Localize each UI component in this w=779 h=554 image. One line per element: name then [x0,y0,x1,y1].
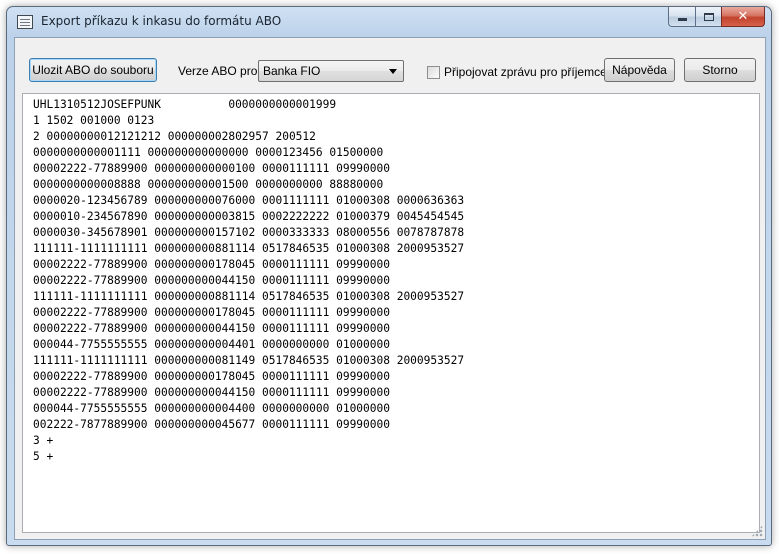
output-line: 111111-1111111111 000000000881114 051784… [33,290,465,303]
output-line: 00002222-77889900 000000000178045 000011… [33,306,390,319]
output-line: 2 00000000012121212 000000002802957 2005… [33,130,316,143]
output-line: 0000020-123456789 000000000076000 000111… [33,194,465,207]
bank-select[interactable]: Banka FIO [258,60,404,82]
close-button[interactable]: ✕ [721,7,765,27]
maximize-button[interactable] [695,7,721,27]
window-title: Export příkazu k inkasu do formátu ABO [41,14,282,28]
output-line: 111111-1111111111 000000000081149 051784… [33,354,465,367]
output-line: 00002222-77889900 000000000044150 000011… [33,386,390,399]
caption-buttons: ✕ [668,7,765,27]
minimize-icon [677,18,687,21]
abo-output-text: UHL1310512JOSEFPUNK 0000000000001999 1 15… [33,97,464,465]
output-line: 111111-1111111111 000000000881114 051784… [33,242,465,255]
toolbar: Ulozit ABO do souboru Verze ABO pro Bank… [15,38,765,88]
maximize-icon [703,12,714,21]
output-line: 002222-7877889900 000000000045677 000011… [33,418,390,431]
output-line: 0000000000001111 000000000000000 0000123… [33,146,384,159]
export-window: Export příkazu k inkasu do formátu ABO ✕… [6,6,772,546]
chevron-down-icon [389,69,397,74]
output-line: 0000000000008888 000000000001500 0000000… [33,178,384,191]
close-icon: ✕ [737,9,749,24]
attach-message-label[interactable]: Připojovat zprávu pro příjemce [444,65,607,79]
minimize-button[interactable] [668,7,695,27]
output-line: 000044-7755555555 000000000004401 000000… [33,338,390,351]
output-line: 00002222-77889900 000000000000100 000011… [33,162,390,175]
output-line: 5 + [33,450,54,463]
bank-select-value: Banka FIO [263,64,321,78]
attach-message-checkbox[interactable] [427,66,440,79]
output-line: 00002222-77889900 000000000178045 000011… [33,370,390,383]
output-line: 00002222-77889900 000000000044150 000011… [33,322,390,335]
cancel-button[interactable]: Storno [684,58,756,82]
output-line: 3 + [33,434,54,447]
help-button[interactable]: Nápověda [604,58,675,82]
abo-version-label: Verze ABO pro [178,64,258,78]
output-line: 000044-7755555555 000000000004400 000000… [33,402,390,415]
output-line: 00002222-77889900 000000000044150 000011… [33,274,390,287]
save-abo-button[interactable]: Ulozit ABO do souboru [29,58,157,82]
dialog-client-area: Ulozit ABO do souboru Verze ABO pro Bank… [14,37,766,540]
app-window-icon [17,15,33,29]
output-line: 0000010-234567890 000000000003815 000222… [33,210,465,223]
output-line: UHL1310512JOSEFPUNK 0000000000001999 [33,98,337,111]
output-line: 0000030-345678901 000000000157102 000033… [33,226,465,239]
title-bar[interactable]: Export příkazu k inkasu do formátu ABO ✕ [7,7,771,37]
output-line: 1 1502 001000 0123 [33,114,155,127]
output-line: 00002222-77889900 000000000178045 000011… [33,258,390,271]
abo-output-textarea[interactable]: UHL1310512JOSEFPUNK 0000000000001999 1 15… [22,93,760,533]
